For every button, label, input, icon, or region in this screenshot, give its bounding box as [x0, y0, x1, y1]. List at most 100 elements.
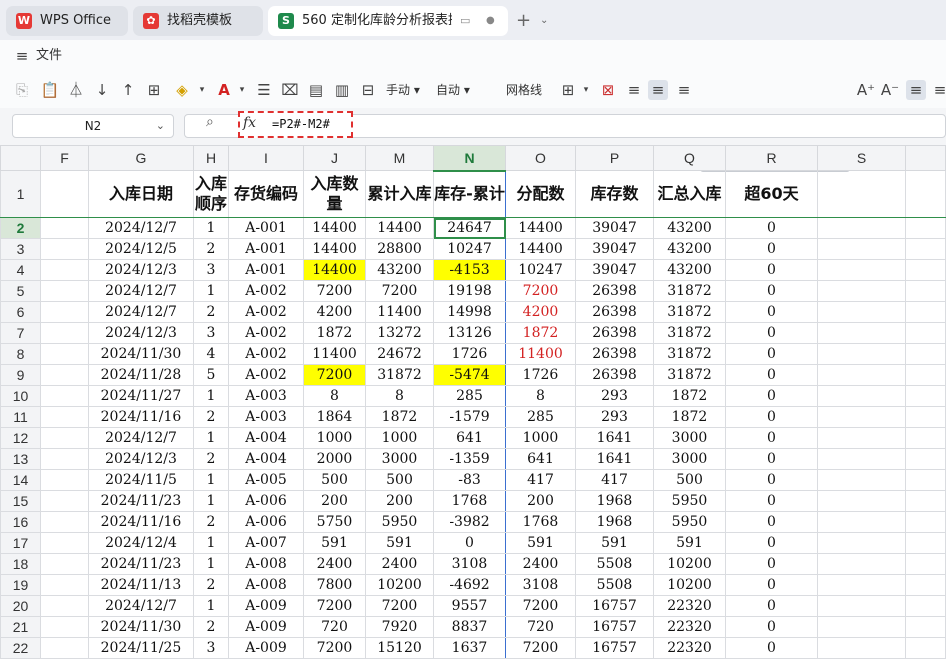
cell-n22[interactable]: 1637: [433, 637, 506, 659]
chevron-down-icon[interactable]: ⌄: [540, 6, 548, 36]
cell-n11[interactable]: -1579: [433, 406, 506, 428]
cell-r11[interactable]: 0: [725, 406, 818, 428]
cell-m22[interactable]: 15120: [365, 637, 434, 659]
cell-q13[interactable]: 3000: [653, 448, 726, 470]
cell-s20[interactable]: [817, 595, 906, 617]
cell-o5[interactable]: 7200: [505, 280, 576, 302]
row-header-6[interactable]: 6: [0, 301, 41, 323]
cell-g6[interactable]: 2024/12/7: [88, 301, 194, 323]
cell-h4[interactable]: 3: [193, 259, 229, 281]
cell-f10[interactable]: [40, 385, 89, 407]
cell-g5[interactable]: 2024/12/7: [88, 280, 194, 302]
manual-calc-button[interactable]: 手动 ▾: [386, 80, 420, 100]
cell-m15[interactable]: 200: [365, 490, 434, 512]
cell-s5[interactable]: [817, 280, 906, 302]
fill-color-icon[interactable]: ◈: [172, 80, 192, 100]
column-header-i[interactable]: I: [228, 145, 304, 171]
cell-h20[interactable]: 1: [193, 595, 229, 617]
cell-i11[interactable]: A-003: [228, 406, 304, 428]
cell-q18[interactable]: 10200: [653, 553, 726, 575]
cell-r18[interactable]: 0: [725, 553, 818, 575]
cell-g17[interactable]: 2024/12/4: [88, 532, 194, 554]
cell-o22[interactable]: 7200: [505, 637, 576, 659]
cell-j2[interactable]: 14400: [303, 217, 366, 239]
cell-o18[interactable]: 2400: [505, 553, 576, 575]
header-cell-r[interactable]: 超60天: [725, 170, 818, 218]
cell-q6[interactable]: 31872: [653, 301, 726, 323]
cell-i12[interactable]: A-004: [228, 427, 304, 449]
cell-f21[interactable]: [40, 616, 89, 638]
cell-n9[interactable]: -5474: [433, 364, 506, 386]
wrap-text-icon[interactable]: ☰: [254, 80, 274, 100]
cell-f13[interactable]: [40, 448, 89, 470]
cell-h22[interactable]: 3: [193, 637, 229, 659]
cell-m6[interactable]: 11400: [365, 301, 434, 323]
cell-h19[interactable]: 2: [193, 574, 229, 596]
cell-p19[interactable]: 5508: [575, 574, 654, 596]
cell-o4[interactable]: 10247: [505, 259, 576, 281]
cell-j19[interactable]: 7800: [303, 574, 366, 596]
sort-ascending-icon[interactable]: ↓: [92, 80, 112, 100]
cell-i16[interactable]: A-006: [228, 511, 304, 533]
cell-q20[interactable]: 22320: [653, 595, 726, 617]
cell-q10[interactable]: 1872: [653, 385, 726, 407]
cell-p7[interactable]: 26398: [575, 322, 654, 344]
cell-i18[interactable]: A-008: [228, 553, 304, 575]
chevron-down-icon[interactable]: ▾: [576, 80, 596, 100]
cell-g12[interactable]: 2024/12/7: [88, 427, 194, 449]
cell-r16[interactable]: 0: [725, 511, 818, 533]
cell-o17[interactable]: 591: [505, 532, 576, 554]
cell-i14[interactable]: A-005: [228, 469, 304, 491]
cell-n21[interactable]: 8837: [433, 616, 506, 638]
cell-n5[interactable]: 19198: [433, 280, 506, 302]
column-header-g[interactable]: G: [88, 145, 194, 171]
cell-s21[interactable]: [817, 616, 906, 638]
cell-s10[interactable]: [817, 385, 906, 407]
cell-h17[interactable]: 1: [193, 532, 229, 554]
cell-r10[interactable]: 0: [725, 385, 818, 407]
cell-s12[interactable]: [817, 427, 906, 449]
cell-p9[interactable]: 26398: [575, 364, 654, 386]
cell-n3[interactable]: 10247: [433, 238, 506, 260]
cell-f12[interactable]: [40, 427, 89, 449]
cell-n14[interactable]: -83: [433, 469, 506, 491]
cell-s8[interactable]: [817, 343, 906, 365]
cell-h10[interactable]: 1: [193, 385, 229, 407]
cell-n8[interactable]: 1726: [433, 343, 506, 365]
cell-s19[interactable]: [817, 574, 906, 596]
cell-g16[interactable]: 2024/11/16: [88, 511, 194, 533]
cell-p3[interactable]: 39047: [575, 238, 654, 260]
cell-g13[interactable]: 2024/12/3: [88, 448, 194, 470]
cell-q17[interactable]: 591: [653, 532, 726, 554]
row-header-17[interactable]: 17: [0, 532, 41, 554]
row-header-12[interactable]: 12: [0, 427, 41, 449]
cell-q3[interactable]: 43200: [653, 238, 726, 260]
cell-g2[interactable]: 2024/12/7: [88, 217, 194, 239]
row-header-7[interactable]: 7: [0, 322, 41, 344]
row-header-22[interactable]: 22: [0, 637, 41, 659]
cell-m19[interactable]: 10200: [365, 574, 434, 596]
cell-j9[interactable]: 7200: [303, 364, 366, 386]
clipboard-icon[interactable]: 📋: [40, 80, 60, 100]
cell-r3[interactable]: 0: [725, 238, 818, 260]
cell-o2[interactable]: 14400: [505, 217, 576, 239]
cell-n19[interactable]: -4692: [433, 574, 506, 596]
cell-m2[interactable]: 14400: [365, 217, 434, 239]
cell-p15[interactable]: 1968: [575, 490, 654, 512]
header-cell-s[interactable]: [817, 170, 906, 218]
cell-q5[interactable]: 31872: [653, 280, 726, 302]
cell-o11[interactable]: 285: [505, 406, 576, 428]
align-center-icon[interactable]: ≡: [648, 80, 668, 100]
cell-j8[interactable]: 11400: [303, 343, 366, 365]
column-header-h[interactable]: H: [193, 145, 229, 171]
cell-n17[interactable]: 0: [433, 532, 506, 554]
cell-j16[interactable]: 5750: [303, 511, 366, 533]
cell-o13[interactable]: 641: [505, 448, 576, 470]
cell-s16[interactable]: [817, 511, 906, 533]
row-header-19[interactable]: 19: [0, 574, 41, 596]
cell-r13[interactable]: 0: [725, 448, 818, 470]
cell-i5[interactable]: A-002: [228, 280, 304, 302]
cell-m16[interactable]: 5950: [365, 511, 434, 533]
cell-r9[interactable]: 0: [725, 364, 818, 386]
align-left-icon[interactable]: ≡: [624, 80, 644, 100]
